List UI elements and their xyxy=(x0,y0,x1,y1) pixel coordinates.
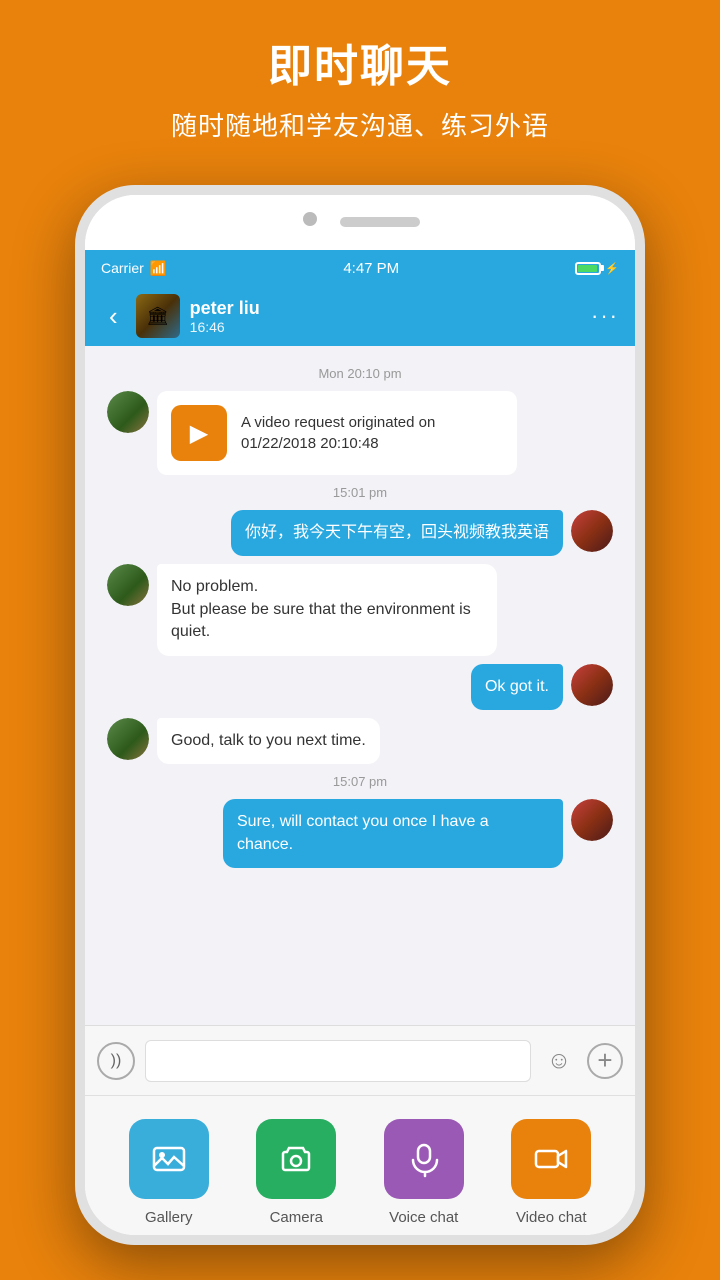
contact-status-time: 16:46 xyxy=(190,319,591,335)
back-button[interactable]: ‹ xyxy=(101,297,126,336)
bubble-left-1: No problem.But please be sure that the e… xyxy=(157,564,497,655)
voice-chat-label: Voice chat xyxy=(389,1209,458,1226)
carrier-info: Carrier 📶 xyxy=(101,260,167,277)
avatar-img-right-2 xyxy=(571,664,613,706)
avatar-left-2 xyxy=(107,564,149,606)
gallery-icon xyxy=(150,1140,188,1178)
avatar-right-2 xyxy=(571,664,613,706)
avatar-left-1 xyxy=(107,391,149,433)
top-title: 即时聊天 xyxy=(40,30,680,94)
avatar-image: 🏛 xyxy=(136,294,180,338)
video-icon-box xyxy=(511,1119,591,1199)
phone-top-bar xyxy=(85,195,635,250)
avatar-img-right-1 xyxy=(571,510,613,552)
voice-icon-box xyxy=(384,1119,464,1199)
gallery-label: Gallery xyxy=(145,1209,193,1226)
message-row-5: Sure, will contact you once I have a cha… xyxy=(99,799,621,868)
camera-icon-box xyxy=(256,1119,336,1199)
sound-wave-icon: )) xyxy=(111,1052,122,1070)
voice-input-button[interactable]: )) xyxy=(97,1042,135,1080)
contact-name: peter liu xyxy=(190,298,591,319)
bubble-right-2: Ok got it. xyxy=(471,664,563,710)
time-divider-3: 15:07 pm xyxy=(99,774,621,789)
phone-mockup: Carrier 📶 4:47 PM ⚡ ‹ 🏛 peter liu 16:46 … xyxy=(75,185,645,1245)
video-chat-label: Video chat xyxy=(516,1209,587,1226)
bubble-left-2: Good, talk to you next time. xyxy=(157,718,380,764)
chat-area: Mon 20:10 pm ▶ A video request originate… xyxy=(85,346,635,1025)
video-camera-icon: ▶ xyxy=(190,419,208,448)
video-request-card: ▶ A video request originated on 01/22/20… xyxy=(157,391,517,475)
video-chat-icon xyxy=(532,1140,570,1178)
avatar-img-left-2 xyxy=(107,564,149,606)
avatar-right-1 xyxy=(571,510,613,552)
emoji-button[interactable]: ☺ xyxy=(541,1043,577,1079)
bottom-toolbar: Gallery Camera Voice chat xyxy=(85,1095,635,1245)
avatar-img-right-3 xyxy=(571,799,613,841)
message-row-2: No problem.But please be sure that the e… xyxy=(99,564,621,655)
message-row-video-request: ▶ A video request originated on 01/22/20… xyxy=(99,391,621,475)
battery-bolt: ⚡ xyxy=(605,262,619,275)
more-button[interactable]: ··· xyxy=(591,303,619,329)
camera-icon xyxy=(277,1140,315,1178)
top-header: 即时聊天 随时随地和学友沟通、练习外语 xyxy=(0,0,720,163)
input-area: )) ☺ + xyxy=(85,1025,635,1095)
video-icon-box: ▶ xyxy=(171,405,227,461)
carrier-label: Carrier xyxy=(101,260,144,276)
phone-camera xyxy=(303,212,317,226)
toolbar-item-camera[interactable]: Camera xyxy=(256,1119,336,1226)
toolbar-item-gallery[interactable]: Gallery xyxy=(129,1119,209,1226)
bubble-right-3: Sure, will contact you once I have a cha… xyxy=(223,799,563,868)
message-row-1: 你好，我今天下午有空，回头视频教我英语 xyxy=(99,510,621,556)
time-divider-2: 15:01 pm xyxy=(99,485,621,500)
nav-bar: ‹ 🏛 peter liu 16:46 ··· xyxy=(85,286,635,346)
battery-icon xyxy=(575,262,601,275)
status-bar: Carrier 📶 4:47 PM ⚡ xyxy=(85,250,635,286)
toolbar-item-video[interactable]: Video chat xyxy=(511,1119,591,1226)
contact-avatar: 🏛 xyxy=(136,294,180,338)
top-subtitle: 随时随地和学友沟通、练习外语 xyxy=(40,106,680,143)
message-input[interactable] xyxy=(145,1040,531,1082)
avatar-img-left-3 xyxy=(107,718,149,760)
avatar-left-3 xyxy=(107,718,149,760)
gallery-icon-box xyxy=(129,1119,209,1199)
battery-info: ⚡ xyxy=(575,262,619,275)
avatar-right-3 xyxy=(571,799,613,841)
status-time: 4:47 PM xyxy=(167,260,575,277)
add-button[interactable]: + xyxy=(587,1043,623,1079)
bubble-right-1: 你好，我今天下午有空，回头视频教我英语 xyxy=(231,510,563,556)
wifi-icon: 📶 xyxy=(150,260,167,277)
video-request-text: A video request originated on 01/22/2018… xyxy=(241,412,503,454)
camera-label: Camera xyxy=(270,1209,323,1226)
message-row-4: Good, talk to you next time. xyxy=(99,718,621,764)
smiley-icon: ☺ xyxy=(547,1047,572,1075)
contact-info: peter liu 16:46 xyxy=(190,298,591,335)
microphone-icon xyxy=(405,1140,443,1178)
avatar-img-left-1 xyxy=(107,391,149,433)
message-row-3: Ok got it. xyxy=(99,664,621,710)
time-divider-1: Mon 20:10 pm xyxy=(99,366,621,381)
plus-icon: + xyxy=(597,1045,612,1076)
toolbar-item-voice[interactable]: Voice chat xyxy=(384,1119,464,1226)
phone-speaker xyxy=(340,217,420,227)
